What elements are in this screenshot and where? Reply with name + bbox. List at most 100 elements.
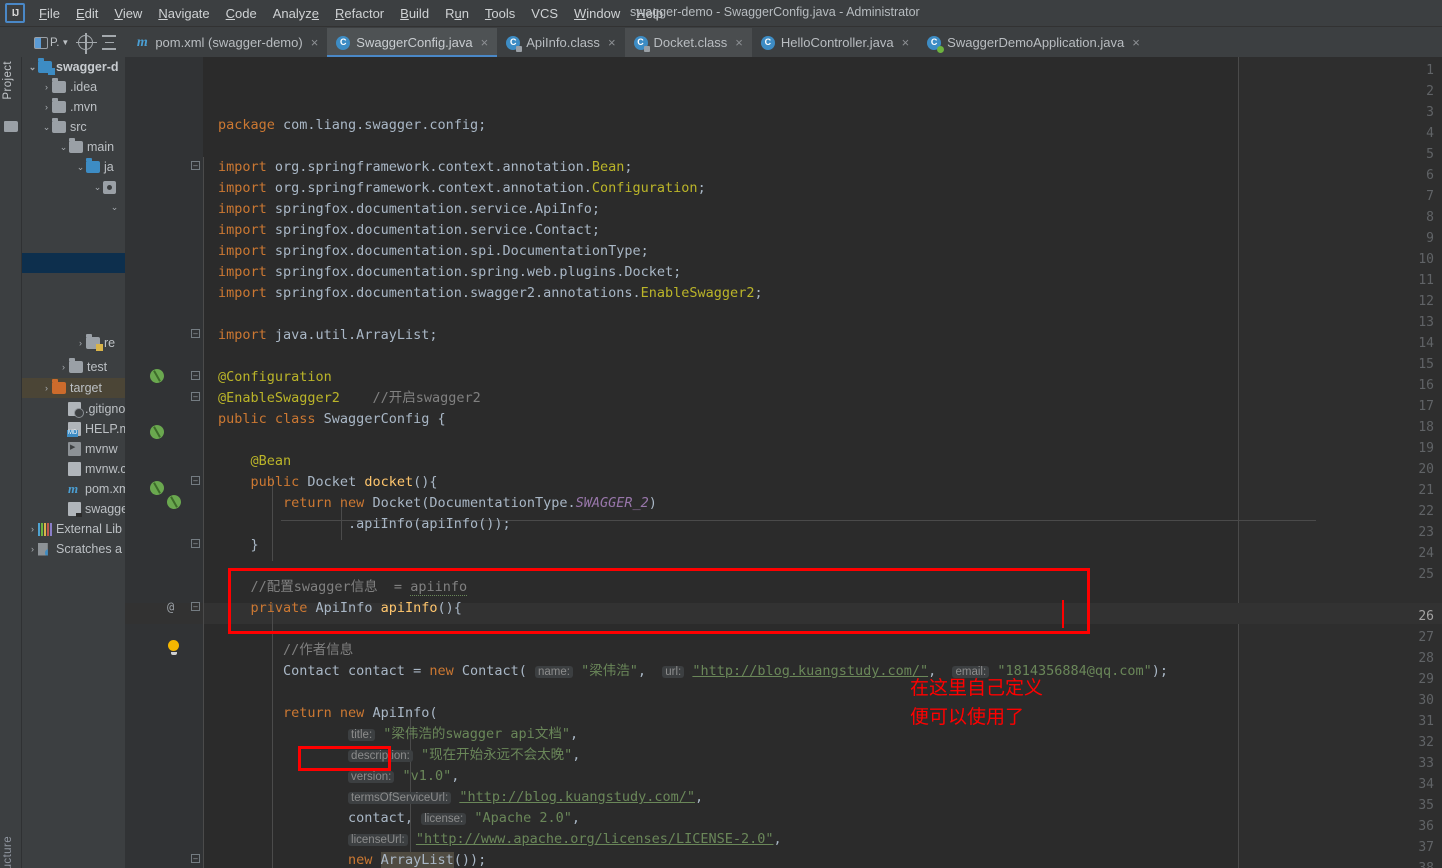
tree-node-help-md[interactable]: HELP.m [67,419,125,439]
tab-close-icon[interactable]: × [311,35,319,50]
line-number: 1 [1426,63,1434,78]
fold-marker-apiinfo[interactable]: – [191,602,200,611]
tab-close-icon[interactable]: × [1132,35,1140,50]
line-number: 36 [1418,819,1434,834]
menu-view[interactable]: View [106,3,150,24]
code-line-31: description: "现在开始永远不会太晚", [218,745,580,766]
tab-swaggerconfig-java[interactable]: C SwaggerConfig.java × [327,28,498,57]
code-line-17: @Bean [250,453,292,469]
tree-node-idea[interactable]: › .idea [41,77,97,97]
tab-label: pom.xml (swagger-demo) [155,35,303,50]
fold-marker[interactable]: – [191,329,200,338]
locate-icon[interactable] [76,33,98,54]
fold-marker-imports[interactable]: – [191,161,200,170]
line-number: 5 [1426,147,1434,162]
chevron-down-icon[interactable]: ⌄ [109,202,120,213]
folder-icon [69,358,83,373]
chevron-down-icon[interactable]: ⌄ [27,62,38,73]
tab-apiinfo-class[interactable]: C ApiInfo.class × [497,28,624,57]
code-line-33: termsOfServiceUrl: "http://blog.kuangstu… [218,787,703,808]
menu-analyze[interactable]: Analyze [265,3,327,24]
tree-node-mvn[interactable]: › .mvn [41,97,97,117]
tab-close-icon[interactable]: × [608,35,616,50]
tree-node-swagger-demo[interactable]: ⌄ swagger-d [27,57,119,77]
fold-marker-method[interactable]: – [191,476,200,485]
fold-marker[interactable]: – [191,539,200,548]
chevron-down-icon[interactable]: ⌄ [92,182,103,193]
tool-window-button-structure[interactable]: ucture [2,836,14,868]
menu-refactor[interactable]: Refactor [327,3,392,24]
tree-node-subpackage[interactable]: ⌄ [109,197,120,217]
tab-swaggerdemoapplication-java[interactable]: C SwaggerDemoApplication.java × [918,28,1149,57]
line-number: 23 [1418,525,1434,540]
menu-build[interactable]: Build [392,3,437,24]
tree-node-scratches[interactable]: › Scratches a [27,539,122,559]
tree-node-mvnw-cmd[interactable]: mvnw.cm [68,459,125,479]
menu-vcs[interactable]: VCS [523,3,566,24]
tab-close-icon[interactable]: × [481,35,489,50]
override-at-icon[interactable]: @ [167,600,174,614]
tree-node-src[interactable]: ⌄ src [41,117,87,137]
tab-close-icon[interactable]: × [902,35,910,50]
fold-marker[interactable]: – [191,854,200,863]
tab-label: HelloController.java [780,35,894,50]
tab-docket-class[interactable]: C Docket.class × [624,28,752,57]
fold-marker[interactable]: – [191,392,200,401]
chevron-right-icon[interactable]: › [41,82,52,92]
tree-node-target[interactable]: › target [22,378,125,398]
chevron-down-icon[interactable]: ⌄ [58,142,69,153]
chevron-right-icon[interactable]: › [27,544,38,554]
tree-node-main[interactable]: ⌄ main [58,137,114,157]
chevron-down-icon[interactable]: ⌄ [75,162,86,173]
line-number: 20 [1418,462,1434,477]
module-folder-icon [38,58,55,75]
tree-node-resources[interactable]: › re [75,333,115,353]
menu-edit[interactable]: Edit [68,3,106,24]
tree-node-package[interactable]: ⌄ [92,177,120,197]
tab-hellocontroller-java[interactable]: C HelloController.java × [752,28,918,57]
tool-window-button-project[interactable]: Project [2,61,14,100]
chevron-right-icon[interactable]: › [27,524,38,534]
menu-run[interactable]: Run [437,3,477,24]
line-number: 21 [1418,483,1434,498]
project-view-icon[interactable]: P. ▼ [34,36,69,49]
code-line-8: import springfox.documentation.spring.we… [218,264,682,280]
menu-window[interactable]: Window [566,3,628,24]
tree-node-label: Scratches a [56,542,123,556]
menu-code[interactable]: Code [218,3,265,24]
chevron-down-icon[interactable]: ⌄ [41,122,52,133]
tree-node-external-libraries[interactable]: › External Lib [27,519,122,539]
chevron-right-icon[interactable]: › [58,362,69,372]
chevron-right-icon[interactable]: › [75,338,86,348]
code-line-1: package com.liang.swagger.config; [218,117,487,133]
tree-node-test[interactable]: › test [58,357,107,377]
line-number: 32 [1418,735,1434,750]
tree-node-gitignore[interactable]: .gitigno [68,399,125,419]
tree-node-label: pom.xm [85,482,125,496]
chevron-right-icon[interactable]: › [41,383,52,393]
tab-pom-xml[interactable]: m pom.xml (swagger-demo) × [126,28,327,57]
line-number: 12 [1418,294,1434,309]
tree-node-selected[interactable] [22,253,125,273]
line-number: 11 [1418,273,1434,288]
excluded-folder-icon [52,379,66,394]
editor-gutter[interactable] [125,57,203,868]
collapse-all-icon[interactable] [102,35,117,50]
tree-node-java[interactable]: ⌄ ja [75,157,114,177]
fold-marker-class[interactable]: – [191,371,200,380]
gitignore-file-icon [68,402,84,418]
chevron-right-icon[interactable]: › [41,102,52,112]
code-line-7: import springfox.documentation.spi.Docum… [218,243,649,259]
intention-bulb-icon[interactable] [168,640,179,655]
code-line-20: .apiInfo(apiInfo()); [218,516,511,532]
code-line-18: public Docket docket(){ [250,474,438,490]
menu-file[interactable]: File [31,3,68,24]
menu-tools[interactable]: Tools [477,3,523,24]
project-tree[interactable]: ⌄ swagger-d › .idea › .mvn ⌄ src ⌄ main … [22,57,125,868]
tree-node-iml[interactable]: swagge [68,499,125,519]
line-number: 8 [1426,210,1434,225]
tree-node-pom-xml[interactable]: m pom.xm [68,479,125,499]
tab-close-icon[interactable]: × [735,35,743,50]
tree-node-mvnw[interactable]: mvnw [68,439,118,459]
menu-navigate[interactable]: Navigate [150,3,217,24]
